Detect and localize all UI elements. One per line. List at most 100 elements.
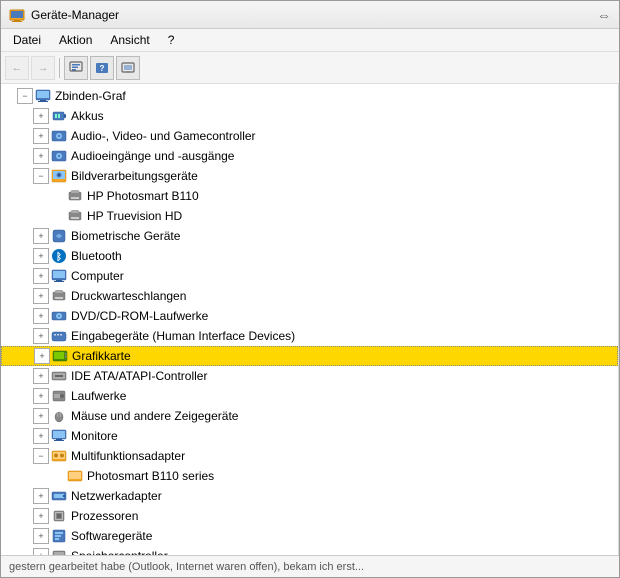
- hp-photosmart-icon: [67, 188, 83, 204]
- tree-item-softwaregeraete[interactable]: + Softwaregeräte: [1, 526, 618, 546]
- tree-item-photosmart-series[interactable]: Photosmart B110 series: [1, 466, 618, 486]
- hp-truevision-label: HP Truevision HD: [87, 209, 182, 223]
- status-text: gestern gearbeitet habe (Outlook, Intern…: [9, 561, 364, 573]
- title-bar: Geräte-Manager ⇔: [1, 1, 619, 29]
- hp-photosmart-label: HP Photosmart B110: [87, 189, 199, 203]
- grafikkarte-label: Grafikkarte: [72, 349, 131, 363]
- akkus-label: Akkus: [71, 109, 104, 123]
- audioeingaenge-icon: [51, 148, 67, 164]
- tree-item-prozessoren[interactable]: + Prozessoren: [1, 506, 618, 526]
- status-bar: gestern gearbeitet habe (Outlook, Intern…: [1, 555, 619, 577]
- multifunktionsadapter-label: Multifunktionsadapter: [71, 449, 185, 463]
- audioeingaenge-expand[interactable]: +: [33, 148, 49, 164]
- tree-panel[interactable]: − Zbinden-Graf +: [1, 84, 619, 555]
- content-area: − Zbinden-Graf +: [1, 84, 619, 555]
- tree-item-audio[interactable]: + Audio-, Video- und Gamecontroller: [1, 126, 618, 146]
- dvd-icon: [51, 308, 67, 324]
- multifunktionsadapter-expand[interactable]: −: [33, 448, 49, 464]
- netzwerkadapter-icon: [51, 488, 67, 504]
- prozessoren-label: Prozessoren: [71, 509, 138, 523]
- tree-item-akkus[interactable]: + Akkus: [1, 106, 618, 126]
- bildverarbeitungsgeraete-expand[interactable]: −: [33, 168, 49, 184]
- svg-text:?: ?: [100, 64, 105, 73]
- help-button[interactable]: ?: [90, 56, 114, 80]
- tree-item-netzwerkadapter[interactable]: + Netzwerkadapter: [1, 486, 618, 506]
- ide-expand[interactable]: +: [33, 368, 49, 384]
- tree-item-biometrische[interactable]: + Biometrische Geräte: [1, 226, 618, 246]
- tree-item-dvd[interactable]: + DVD/CD-ROM-Laufwerke: [1, 306, 618, 326]
- properties-button[interactable]: [64, 56, 88, 80]
- display-button[interactable]: [116, 56, 140, 80]
- computer-icon: [51, 268, 67, 284]
- svg-text:ᛒ: ᛒ: [56, 251, 62, 263]
- forward-button[interactable]: →: [31, 56, 55, 80]
- bluetooth-label: Bluetooth: [71, 249, 122, 263]
- tree-item-maeuse[interactable]: + Mäuse und andere Zeigegeräte: [1, 406, 618, 426]
- restore-icon[interactable]: ⇔: [597, 7, 611, 23]
- tree-item-eingabegeraete[interactable]: + Eingabegeräte (Human Interface Devices…: [1, 326, 618, 346]
- title-icon: [9, 7, 25, 23]
- druckwarteschlangen-label: Druckwarteschlangen: [71, 289, 186, 303]
- photosmart-series-icon: [67, 468, 83, 484]
- eingabegeraete-expand[interactable]: +: [33, 328, 49, 344]
- menu-bar: Datei Aktion Ansicht ?: [1, 29, 619, 52]
- tree-item-grafikkarte[interactable]: + Grafikkarte: [1, 346, 618, 366]
- computer-expand[interactable]: +: [33, 268, 49, 284]
- menu-help[interactable]: ?: [160, 31, 183, 49]
- laufwerke-icon: [51, 388, 67, 404]
- druckwarteschlangen-expand[interactable]: +: [33, 288, 49, 304]
- maeuse-expand[interactable]: +: [33, 408, 49, 424]
- dvd-expand[interactable]: +: [33, 308, 49, 324]
- tree-item-druckwarteschlangen[interactable]: + Druckwarteschlangen: [1, 286, 618, 306]
- device-manager-window: Geräte-Manager ⇔ Datei Aktion Ansicht ? …: [0, 0, 620, 578]
- bluetooth-expand[interactable]: +: [33, 248, 49, 264]
- back-button[interactable]: ←: [5, 56, 29, 80]
- eingabegeraete-icon: [51, 328, 67, 344]
- tree-item-bluetooth[interactable]: + ᛒ Bluetooth: [1, 246, 618, 266]
- biometrische-icon: [51, 228, 67, 244]
- grafikkarte-icon: [52, 348, 68, 364]
- speichercontroller-expand[interactable]: +: [33, 548, 49, 555]
- laufwerke-expand[interactable]: +: [33, 388, 49, 404]
- menu-ansicht[interactable]: Ansicht: [102, 31, 157, 49]
- bluetooth-icon: ᛒ: [51, 248, 67, 264]
- title-bar-left: Geräte-Manager: [9, 7, 119, 23]
- tree-item-hp-photosmart[interactable]: HP Photosmart B110: [1, 186, 618, 206]
- audio-expand[interactable]: +: [33, 128, 49, 144]
- monitore-icon: [51, 428, 67, 444]
- druckwarteschlangen-icon: [51, 288, 67, 304]
- softwaregeraete-icon: [51, 528, 67, 544]
- tree-item-speichercontroller[interactable]: + Speichercontroller: [1, 546, 618, 555]
- tree-item-audioeingaenge[interactable]: + Audioeingänge und -ausgänge: [1, 146, 618, 166]
- toolbar: ← → ?: [1, 52, 619, 84]
- menu-datei[interactable]: Datei: [5, 31, 49, 49]
- tree-item-hp-truevision[interactable]: HP Truevision HD: [1, 206, 618, 226]
- tree-item-monitore[interactable]: + Monitore: [1, 426, 618, 446]
- softwaregeraete-expand[interactable]: +: [33, 528, 49, 544]
- audioeingaenge-label: Audioeingänge und -ausgänge: [71, 149, 234, 163]
- akkus-expand[interactable]: +: [33, 108, 49, 124]
- netzwerkadapter-expand[interactable]: +: [33, 488, 49, 504]
- tree-item-multifunktionsadapter[interactable]: − Multifunktionsadapter: [1, 446, 618, 466]
- ide-label: IDE ATA/ATAPI-Controller: [71, 369, 207, 383]
- grafikkarte-expand[interactable]: +: [34, 348, 50, 364]
- photosmart-series-label: Photosmart B110 series: [87, 469, 214, 483]
- audio-label: Audio-, Video- und Gamecontroller: [71, 129, 256, 143]
- prozessoren-expand[interactable]: +: [33, 508, 49, 524]
- biometrische-expand[interactable]: +: [33, 228, 49, 244]
- eingabegeraete-label: Eingabegeräte (Human Interface Devices): [71, 329, 295, 343]
- bildverarbeitungsgeraete-label: Bildverarbeitungsgeräte: [71, 169, 198, 183]
- speichercontroller-icon: [51, 548, 67, 555]
- tree-item-laufwerke[interactable]: + Laufwerke: [1, 386, 618, 406]
- tree-item-bildverarbeitungsgeraete[interactable]: − Bildverarbeitungsgeräte: [1, 166, 618, 186]
- tree-root[interactable]: − Zbinden-Graf: [1, 86, 618, 106]
- tree-item-computer[interactable]: + Computer: [1, 266, 618, 286]
- audio-icon: [51, 128, 67, 144]
- menu-aktion[interactable]: Aktion: [51, 31, 100, 49]
- monitore-expand[interactable]: +: [33, 428, 49, 444]
- root-expand[interactable]: −: [17, 88, 33, 104]
- hp-truevision-icon: [67, 208, 83, 224]
- tree-item-ide[interactable]: + IDE ATA/ATAPI-Controller: [1, 366, 618, 386]
- laufwerke-label: Laufwerke: [71, 389, 126, 403]
- maeuse-label: Mäuse und andere Zeigegeräte: [71, 409, 238, 423]
